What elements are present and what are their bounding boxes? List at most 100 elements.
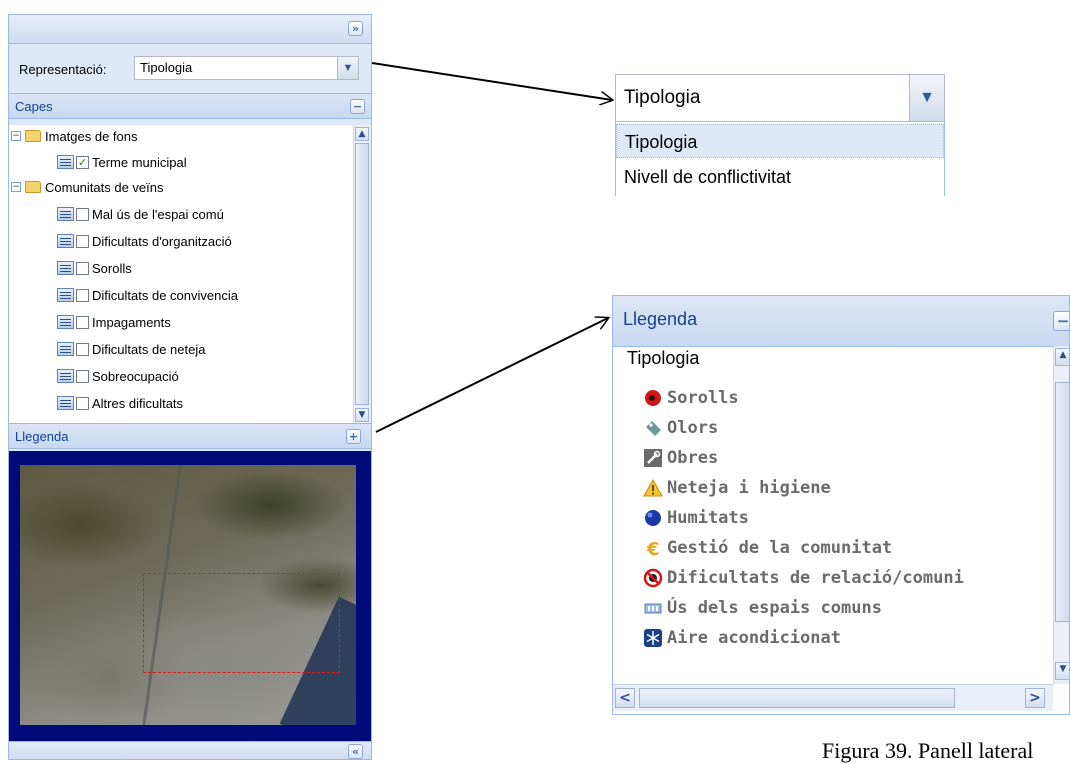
layer-tree: − Imatges de fons ✓ Terme municipal − Co… [9, 125, 353, 425]
scroll-up-icon[interactable]: ▲ [1055, 348, 1069, 366]
legend-item-us-espais: Ús dels espais comuns [643, 594, 882, 622]
layer-checkbox[interactable] [76, 207, 89, 221]
legend-item-label: Gestió de la comunitat [667, 538, 893, 558]
capes-title: Capes [15, 99, 53, 114]
legend-zoom-title: Llegenda [623, 309, 698, 329]
scroll-thumb[interactable] [355, 143, 369, 405]
chevron-down-icon[interactable]: ▼ [337, 57, 358, 79]
collapse-icon[interactable]: − [11, 182, 21, 192]
layer-checkbox[interactable] [76, 396, 89, 410]
layer-legend-icon[interactable] [57, 234, 74, 248]
legend-zoom-header[interactable]: Llegenda − [613, 296, 1069, 347]
tree-item-terme-municipal[interactable]: ✓ Terme municipal [57, 151, 187, 173]
tree-item-dificultats-neteja[interactable]: Dificultats de neteja [57, 338, 205, 360]
arrow-to-dropdown [371, 62, 612, 100]
legend-zoom-body: Tipologia Sorolls Olors Obres Neteja i h… [613, 346, 1053, 684]
legend-item-label: Ús dels espais comuns [667, 598, 882, 618]
tree-item-label: Impagaments [92, 314, 171, 330]
folder-icon [25, 181, 41, 193]
panel-top-bar: » [9, 15, 371, 44]
scroll-down-icon[interactable]: ▼ [1055, 662, 1069, 680]
tree-item-dificultats-organitzacio[interactable]: Dificultats d'organització [57, 230, 232, 252]
scroll-thumb[interactable] [639, 688, 955, 708]
layer-legend-icon[interactable] [57, 155, 74, 169]
dropdown-option-nivell[interactable]: Nivell de conflictivitat [616, 160, 944, 194]
representacio-combo[interactable]: Tipologia ▼ [134, 56, 359, 80]
scroll-down-icon[interactable]: ▼ [355, 408, 369, 422]
collapse-icon[interactable]: − [11, 131, 21, 141]
layer-legend-icon[interactable] [57, 315, 74, 329]
capes-header[interactable]: Capes − [9, 93, 371, 119]
legend-item-olors: Olors [643, 414, 718, 442]
wrench-icon [643, 448, 663, 468]
tree-item-label: Mal ús de l'espai comú [92, 206, 224, 222]
figure-caption: Figura 39. Panell lateral [822, 738, 1034, 763]
legend-item-neteja: Neteja i higiene [643, 474, 831, 502]
tree-group-label: Imatges de fons [45, 128, 138, 144]
map-extent-box[interactable] [143, 573, 340, 673]
tree-item-label: Dificultats de convivencia [92, 287, 238, 303]
collapse-legend-button[interactable]: − [1053, 311, 1069, 331]
tree-item-impagaments[interactable]: Impagaments [57, 311, 171, 333]
legend-item-label: Humitats [667, 508, 749, 528]
legend-item-label: Neteja i higiene [667, 478, 831, 498]
dropdown-option-tipologia[interactable]: Tipologia [616, 124, 944, 158]
scroll-right-icon[interactable]: > [1025, 688, 1045, 708]
tree-group-imatges-de-fons[interactable]: − Imatges de fons [11, 125, 138, 147]
collapse-capes-button[interactable]: − [350, 99, 365, 114]
no-entry-icon [643, 568, 663, 588]
tree-group-label: Comunitats de veïns [45, 179, 164, 195]
layer-checkbox[interactable] [76, 342, 89, 356]
expand-llegenda-button[interactable]: + [346, 429, 361, 444]
layer-tree-scrollbar[interactable]: ▲ ▼ [353, 125, 371, 425]
legend-zoom-hscroll[interactable]: < > [613, 684, 1053, 711]
legend-subtitle: Tipologia [627, 348, 700, 368]
layer-checkbox[interactable]: ✓ [76, 155, 89, 169]
tree-item-mal-us[interactable]: Mal ús de l'espai comú [57, 203, 224, 225]
representacio-dropdown-list: Tipologia Nivell de conflictivitat [615, 122, 945, 196]
layer-checkbox[interactable] [76, 234, 89, 248]
chevron-down-icon[interactable]: ▼ [909, 75, 944, 121]
euro-icon: € [643, 538, 663, 560]
llegenda-header[interactable]: Llegenda + [9, 423, 371, 449]
representacio-combo-zoom[interactable]: Tipologia ▼ [615, 74, 945, 122]
legend-item-label: Sorolls [667, 388, 739, 408]
satellite-image[interactable] [20, 465, 356, 725]
legend-item-sorolls: Sorolls [643, 384, 739, 412]
tree-group-comunitats-de-veins[interactable]: − Comunitats de veïns [11, 176, 164, 198]
legend-zoom-vscroll[interactable]: ▲ ▼ [1053, 346, 1069, 684]
scroll-thumb[interactable] [1055, 382, 1069, 622]
legend-item-obres: Obres [643, 444, 718, 472]
layer-checkbox[interactable] [76, 288, 89, 302]
tree-item-sobreocupacio[interactable]: Sobreocupació [57, 365, 179, 387]
scroll-left-icon[interactable]: < [615, 688, 635, 708]
scroll-up-icon[interactable]: ▲ [355, 127, 369, 141]
legend-item-aire: Aire acondicionat [643, 624, 841, 652]
layer-checkbox[interactable] [76, 315, 89, 329]
layer-checkbox[interactable] [76, 261, 89, 275]
tree-item-altres-dificultats[interactable]: Altres dificultats [57, 392, 183, 414]
collapse-panel-button[interactable]: » [348, 21, 363, 36]
representacio-value: Tipologia [140, 60, 193, 75]
layer-legend-icon[interactable] [57, 342, 74, 356]
layer-legend-icon[interactable] [57, 396, 74, 410]
layer-legend-icon[interactable] [57, 207, 74, 221]
layer-legend-icon[interactable] [57, 288, 74, 302]
layer-checkbox[interactable] [76, 369, 89, 383]
svg-text:€: € [646, 539, 660, 558]
expand-bottom-button[interactable]: « [348, 744, 363, 759]
legend-item-label: Aire acondicionat [667, 628, 841, 648]
tree-item-label: Sorolls [92, 260, 132, 276]
tree-item-dificultats-convivencia[interactable]: Dificultats de convivencia [57, 284, 238, 306]
legend-item-label: Olors [667, 418, 719, 438]
tree-item-sorolls[interactable]: Sorolls [57, 257, 132, 279]
tag-icon [643, 418, 663, 438]
legend-item-humitats: Humitats [643, 504, 749, 532]
overview-map[interactable] [9, 451, 371, 741]
layer-legend-icon[interactable] [57, 369, 74, 383]
legend-panel-zoom: Llegenda − Tipologia Sorolls Olors Obres… [612, 295, 1070, 715]
layer-legend-icon[interactable] [57, 261, 74, 275]
arrow-to-legend [375, 318, 608, 433]
legend-item-dificultats-relacio: Dificultats de relació/comuni [643, 564, 964, 592]
left-side-panel: » Representació: Tipologia ▼ Capes − − I… [8, 14, 372, 760]
